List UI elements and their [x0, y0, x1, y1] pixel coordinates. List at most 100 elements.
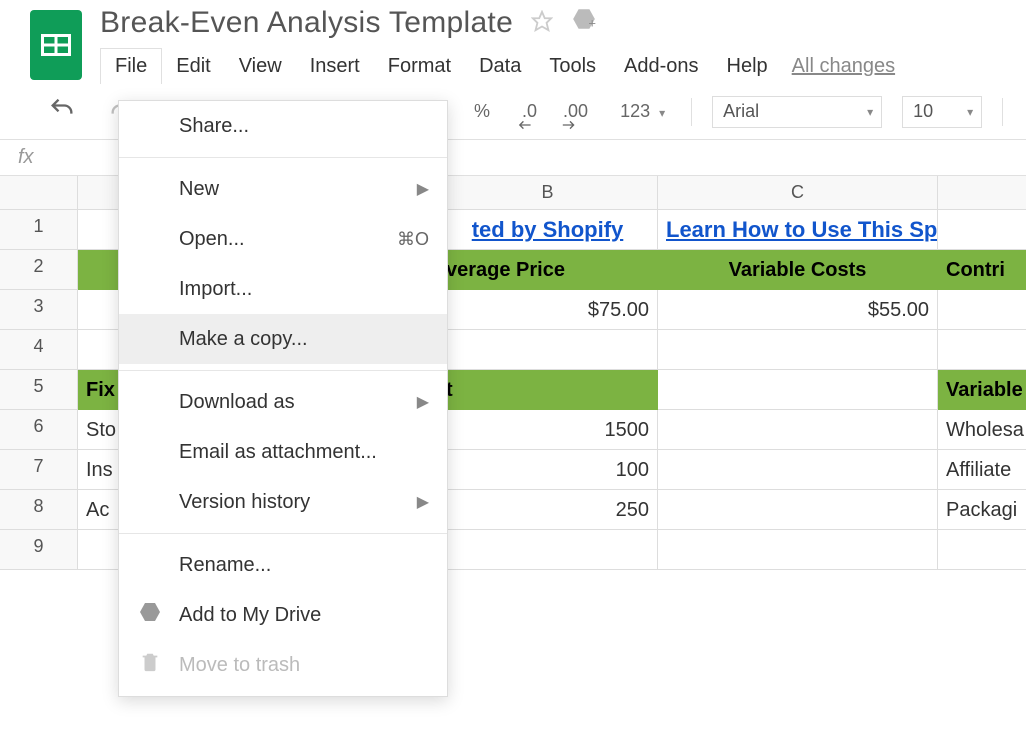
sheets-logo-icon	[30, 10, 82, 80]
format-percent[interactable]: %	[468, 97, 496, 126]
menu-help[interactable]: Help	[713, 49, 782, 84]
decrease-decimal-label: .0	[522, 101, 537, 121]
file-menu-rename-label: Rename...	[179, 554, 271, 577]
star-icon[interactable]	[531, 6, 553, 40]
trash-icon	[135, 651, 165, 679]
menu-view[interactable]: View	[225, 49, 296, 84]
font-family-label: Arial	[723, 101, 759, 122]
all-changes-saved[interactable]: All changes	[792, 55, 895, 78]
cell-D5[interactable]: Variable	[938, 370, 1026, 410]
cell-B9[interactable]	[438, 530, 658, 570]
increase-decimal[interactable]: .00	[557, 97, 594, 126]
cell-D4[interactable]	[938, 330, 1026, 370]
cell-B7[interactable]: 100	[438, 450, 658, 490]
cell-B1[interactable]: ted by Shopify	[438, 210, 658, 250]
menu-edit[interactable]: Edit	[162, 49, 224, 84]
file-menu-version-history-label: Version history	[179, 491, 310, 514]
file-menu-version-history[interactable]: Version history ▶	[119, 477, 447, 527]
menu-bar: File Edit View Insert Format Data Tools …	[100, 48, 1026, 84]
cell-D9[interactable]	[938, 530, 1026, 570]
row-header-3[interactable]: 3	[0, 290, 78, 330]
file-menu-move-to-trash-label: Move to trash	[179, 654, 300, 677]
column-header-D[interactable]	[938, 176, 1026, 210]
submenu-arrow-icon: ▶	[417, 392, 429, 412]
app-header: Break-Even Analysis Template + File Edit…	[0, 0, 1026, 84]
cell-B4[interactable]	[438, 330, 658, 370]
file-menu-open[interactable]: Open... ⌘O	[119, 214, 447, 264]
row-header-5[interactable]: 5	[0, 370, 78, 410]
row-header-2[interactable]: 2	[0, 250, 78, 290]
cell-C7[interactable]	[658, 450, 938, 490]
menu-format[interactable]: Format	[374, 49, 465, 84]
cell-D6[interactable]: Wholesa	[938, 410, 1026, 450]
cell-B2[interactable]: verage Price	[438, 250, 658, 290]
font-size-label: 10	[913, 101, 933, 122]
file-menu-move-to-trash: Move to trash	[119, 640, 447, 690]
row-header-4[interactable]: 4	[0, 330, 78, 370]
file-menu-new-label: New	[179, 178, 219, 201]
cell-C5[interactable]	[658, 370, 938, 410]
decimal-controls: .0 .00	[516, 97, 594, 126]
column-header-B[interactable]: B	[438, 176, 658, 210]
row-header-7[interactable]: 7	[0, 450, 78, 490]
file-menu-rename[interactable]: Rename...	[119, 540, 447, 590]
menu-file[interactable]: File	[100, 48, 162, 84]
file-menu-share[interactable]: Share...	[119, 101, 447, 151]
learn-how-link[interactable]: Learn How to Use This Sp	[666, 216, 929, 244]
cell-B6[interactable]: 1500	[438, 410, 658, 450]
file-menu-email-attachment-label: Email as attachment...	[179, 441, 377, 464]
font-size-picker[interactable]: 10 ▾	[902, 96, 982, 128]
cell-C1[interactable]: Learn How to Use This Sp	[658, 210, 938, 250]
cell-C8[interactable]	[658, 490, 938, 530]
file-menu-import-label: Import...	[179, 278, 252, 301]
menu-data[interactable]: Data	[465, 49, 535, 84]
file-menu-new[interactable]: New ▶	[119, 164, 447, 214]
cell-C4[interactable]	[658, 330, 938, 370]
menu-addons[interactable]: Add-ons	[610, 49, 713, 84]
menu-insert[interactable]: Insert	[296, 49, 374, 84]
cell-D8[interactable]: Packagi	[938, 490, 1026, 530]
cell-D3[interactable]	[938, 290, 1026, 330]
file-menu-make-copy[interactable]: Make a copy...	[119, 314, 447, 364]
file-menu-share-label: Share...	[179, 115, 249, 138]
cell-B5[interactable]: t	[438, 370, 658, 410]
cell-B8[interactable]: 250	[438, 490, 658, 530]
row-header-1[interactable]: 1	[0, 210, 78, 250]
file-menu-make-copy-label: Make a copy...	[179, 328, 308, 351]
cell-D1[interactable]	[938, 210, 1026, 250]
shopify-link[interactable]: ted by Shopify	[446, 216, 649, 244]
cell-D2[interactable]: Contri	[938, 250, 1026, 290]
number-format-label: 123	[620, 101, 650, 121]
file-menu-add-to-drive-label: Add to My Drive	[179, 604, 321, 627]
row-header-9[interactable]: 9	[0, 530, 78, 570]
document-title[interactable]: Break-Even Analysis Template	[100, 6, 513, 40]
menu-separator	[119, 370, 447, 371]
undo-button[interactable]	[42, 91, 82, 132]
menu-separator	[119, 157, 447, 158]
font-family-picker[interactable]: Arial ▾	[712, 96, 882, 128]
menu-tools[interactable]: Tools	[535, 49, 610, 84]
file-menu-open-shortcut: ⌘O	[397, 229, 429, 250]
cell-C2[interactable]: Variable Costs	[658, 250, 938, 290]
file-menu-dropdown: Share... New ▶ Open... ⌘O Import... Make…	[118, 100, 448, 697]
cell-C9[interactable]	[658, 530, 938, 570]
chevron-down-icon: ▾	[659, 106, 665, 120]
column-header-C[interactable]: C	[658, 176, 938, 210]
cell-C6[interactable]	[658, 410, 938, 450]
file-menu-download-as[interactable]: Download as ▶	[119, 377, 447, 427]
cell-C3[interactable]: $55.00	[658, 290, 938, 330]
redo-button[interactable]	[102, 91, 118, 132]
number-format-dropdown[interactable]: 123 ▾	[614, 97, 671, 126]
cell-D7[interactable]: Affiliate	[938, 450, 1026, 490]
select-all-corner[interactable]	[0, 176, 78, 210]
decrease-decimal[interactable]: .0	[516, 97, 543, 126]
drive-move-icon[interactable]: +	[571, 6, 597, 40]
file-menu-import[interactable]: Import...	[119, 264, 447, 314]
cell-B3[interactable]: $75.00	[438, 290, 658, 330]
file-menu-add-to-drive[interactable]: Add to My Drive	[119, 590, 447, 640]
chevron-down-icon: ▾	[967, 105, 973, 119]
file-menu-email-attachment[interactable]: Email as attachment...	[119, 427, 447, 477]
row-header-8[interactable]: 8	[0, 490, 78, 530]
row-header-6[interactable]: 6	[0, 410, 78, 450]
chevron-down-icon: ▾	[867, 105, 873, 119]
